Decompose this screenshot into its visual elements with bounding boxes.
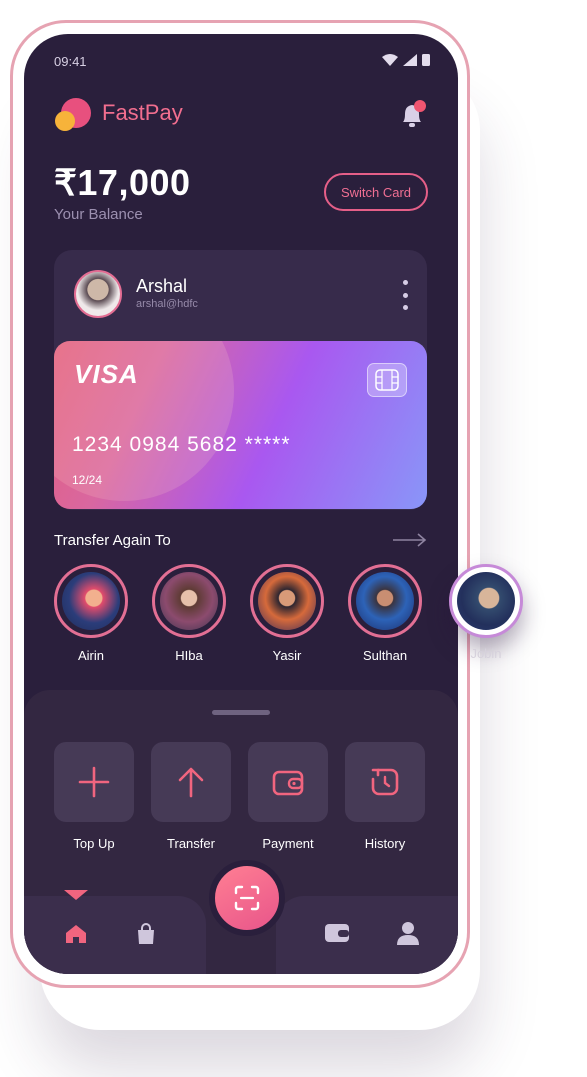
plus-icon (78, 766, 110, 798)
card-expiry: 12/24 (72, 473, 103, 487)
contact-avatar (449, 564, 523, 638)
contact-airin[interactable]: Airin (52, 564, 130, 663)
action-tile (345, 742, 425, 822)
contact-yasir[interactable]: Yasir (248, 564, 326, 663)
history-button[interactable]: History (345, 742, 425, 851)
contact-name: Sulthan (362, 648, 408, 663)
arrow-up-icon (178, 767, 204, 798)
contact-jobin[interactable]: Jobin (447, 564, 525, 661)
transfer-again-title: Transfer Again To (54, 532, 171, 549)
contact-name: Airin (77, 648, 104, 663)
action-tile (54, 742, 134, 822)
nav-right-segment (276, 896, 458, 974)
history-icon (371, 768, 399, 796)
notification-bell-icon[interactable] (398, 98, 428, 130)
scan-icon (234, 885, 260, 911)
contact-avatar (54, 564, 128, 638)
status-icons (382, 54, 430, 66)
profile-icon[interactable] (396, 920, 420, 946)
wallet-icon[interactable] (324, 922, 350, 944)
payment-button[interactable]: Payment (248, 742, 328, 851)
wifi-icon (382, 54, 398, 66)
action-label: History (364, 836, 406, 851)
contact-name: HIba (175, 648, 203, 663)
app-name: FastPay (102, 100, 183, 125)
shopping-bag-icon[interactable] (135, 922, 157, 946)
action-label: Payment (262, 836, 314, 851)
contact-avatar (250, 564, 324, 638)
contact-avatar (348, 564, 422, 638)
wallet-icon (272, 770, 304, 796)
visa-card[interactable]: VISA 1234 0984 5682 ***** 12/24 (54, 341, 427, 509)
contact-name: Jobin (470, 646, 502, 661)
more-options-icon[interactable] (401, 280, 409, 310)
active-tab-indicator (64, 890, 88, 900)
contact-avatar (152, 564, 226, 638)
balance-amount: ₹17,000 (54, 162, 191, 203)
action-tile (151, 742, 231, 822)
fastpay-logo-icon (55, 98, 91, 131)
card-brand: VISA (74, 359, 139, 389)
arrow-right-icon[interactable] (392, 532, 428, 548)
top-up-button[interactable]: Top Up (54, 742, 134, 851)
transfer-button[interactable]: Transfer (151, 742, 231, 851)
contact-name: Yasir (272, 648, 302, 663)
scan-qr-button[interactable] (209, 860, 285, 936)
contact-hiba[interactable]: HIba (150, 564, 228, 663)
signal-icon (403, 54, 417, 66)
card-number: 1234 0984 5682 ***** (72, 433, 291, 456)
avatar[interactable] (74, 270, 122, 318)
nav-left-segment (24, 890, 206, 974)
action-tile (248, 742, 328, 822)
switch-card-button[interactable]: Switch Card (324, 173, 428, 211)
user-upi-handle: arshal@hdfc (136, 298, 198, 310)
battery-icon (422, 54, 430, 66)
card-chip-icon (367, 363, 407, 397)
home-icon[interactable] (64, 922, 88, 946)
sheet-drag-handle[interactable] (212, 710, 270, 715)
user-name: Arshal (136, 276, 188, 296)
phone-screen: 09:41 FastPay ₹17,000 Your Balance Switc… (24, 34, 458, 974)
action-label: Transfer (167, 836, 215, 851)
action-label: Top Up (73, 836, 115, 851)
balance-label: Your Balance (54, 206, 143, 223)
status-time: 09:41 (54, 54, 87, 69)
contact-sulthan[interactable]: Sulthan (346, 564, 424, 663)
